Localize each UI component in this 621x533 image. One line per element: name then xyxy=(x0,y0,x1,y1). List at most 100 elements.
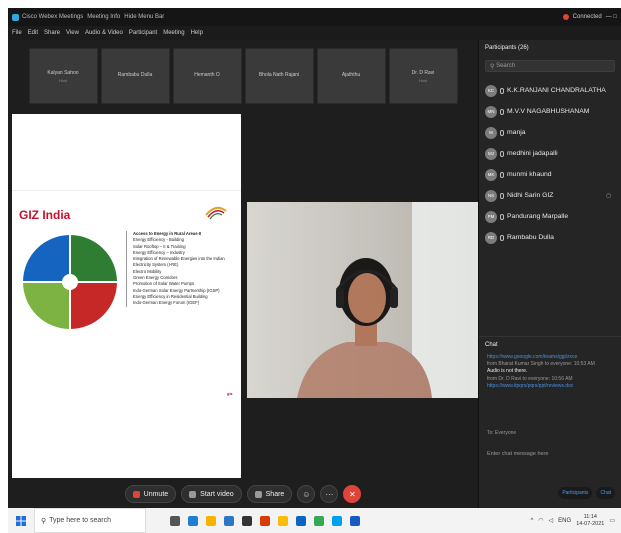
participant-name: munmi khaund xyxy=(507,171,552,178)
list-item[interactable]: PM Pandurang Marpalle xyxy=(479,206,621,227)
participant-list: KC K.K.RANJANI CHANDRALATHA MN M.V.V NAGAB… xyxy=(479,80,621,248)
unmute-button[interactable]: Unmute xyxy=(124,485,177,503)
webex-taskbar-icon[interactable] xyxy=(332,515,342,526)
chat-recipient-select[interactable]: To: Everyone xyxy=(487,430,516,436)
webex-logo-icon xyxy=(12,13,19,21)
reactions-button[interactable]: ☺ xyxy=(297,485,316,503)
tile-name: Hemanth O xyxy=(194,72,220,78)
task-view-icon[interactable] xyxy=(170,515,180,526)
avatar: MJ xyxy=(485,147,497,160)
leave-meeting-button[interactable]: ✕ xyxy=(343,485,362,503)
start-button[interactable] xyxy=(8,515,34,526)
taskbar-search-placeholder: Type here to search xyxy=(49,517,112,524)
tile-role: Host xyxy=(418,77,428,83)
tile-name: Ajaththu xyxy=(341,72,361,78)
participant-name: K.K.RANJANI CHANDRALATHA xyxy=(507,87,606,94)
slide-content: GIZ India Access to Energy in Rural Area… xyxy=(12,190,241,396)
app-icon[interactable] xyxy=(242,515,252,526)
language-indicator[interactable]: ENG xyxy=(558,518,571,524)
list-item[interactable]: RD Rambabu Dulla xyxy=(479,227,621,248)
mic-off-icon xyxy=(132,490,140,498)
mic-icon xyxy=(500,129,504,136)
menu-audio-video[interactable]: Audio & Video xyxy=(85,30,123,36)
menu-bar: File Edit Share View Audio & Video Parti… xyxy=(8,26,621,40)
app-icon[interactable] xyxy=(314,515,324,526)
chat-panel-button[interactable]: Chat xyxy=(596,487,615,499)
menu-view[interactable]: View xyxy=(66,30,79,36)
list-item[interactable]: NS Nidhi Sarin GIZ ▢ xyxy=(479,185,621,206)
video-tile[interactable]: Kalyan Sahoo Host xyxy=(28,48,98,104)
participant-name: M.V.V NAGABHUSHANAM xyxy=(507,108,590,115)
menu-share[interactable]: Share xyxy=(44,30,60,36)
participants-header[interactable]: Participants (26) xyxy=(479,40,621,56)
tile-role: Host xyxy=(58,77,68,83)
wifi-icon[interactable]: ◠ xyxy=(538,517,543,524)
side-panel: Participants (26) ⚲ Search KC K.K.RANJANI… xyxy=(478,40,621,508)
connection-status[interactable]: Connected xyxy=(573,14,602,20)
list-item[interactable]: KC K.K.RANJANI CHANDRALATHA xyxy=(479,80,621,101)
participants-panel-button[interactable]: Participants xyxy=(558,487,593,499)
participant-name: Pandurang Marpalle xyxy=(507,213,569,220)
mic-icon xyxy=(500,108,504,115)
avatar: M xyxy=(485,126,497,139)
participant-name: manja xyxy=(507,129,526,136)
chat-messages: https://www.gooogle.com/teams/ggi/zxce f… xyxy=(487,354,617,390)
list-item[interactable]: MJ medhini jadapalli xyxy=(479,143,621,164)
list-item[interactable]: Mmanja xyxy=(479,122,621,143)
list-item[interactable]: MN M.V.V NAGABHUSHANAM xyxy=(479,101,621,122)
window-controls[interactable]: — □ xyxy=(606,14,617,20)
edge-icon[interactable] xyxy=(188,515,198,526)
participant-tiles: Kalyan Sahoo Host Rambabu Dulla Hemanth O… xyxy=(8,40,478,114)
store-icon[interactable] xyxy=(224,515,234,526)
video-tile[interactable]: Rambabu Dulla xyxy=(100,48,170,104)
avatar: KC xyxy=(485,84,497,97)
start-video-button[interactable]: Start video xyxy=(181,485,242,503)
video-tile[interactable]: Hemanth O xyxy=(172,48,242,104)
volume-icon[interactable]: ◁ xyxy=(549,517,554,524)
menu-help[interactable]: Help xyxy=(191,30,203,36)
clock-date: 14-07-2021 xyxy=(576,520,605,527)
chat-message-input[interactable]: Enter chat message here xyxy=(487,451,548,457)
taskbar-apps xyxy=(170,515,360,526)
title-bar: Cisco Webex Meetings Meeting Info Hide M… xyxy=(8,8,621,26)
tile-name: Bhola Nath Rajani xyxy=(258,72,300,78)
hide-menu-bar-button[interactable]: Hide Menu Bar xyxy=(124,14,164,20)
menu-file[interactable]: File xyxy=(12,30,22,36)
meeting-info-button[interactable]: Meeting Info xyxy=(87,14,120,20)
participant-name: Rambabu Dulla xyxy=(507,234,554,241)
taskbar-search-input[interactable]: ⚲ Type here to search xyxy=(34,508,146,533)
powerpoint-icon[interactable] xyxy=(260,515,270,526)
chrome-icon[interactable] xyxy=(278,515,288,526)
participant-search-input[interactable]: ⚲ Search xyxy=(485,60,615,72)
app-icon[interactable] xyxy=(296,515,306,526)
video-tile[interactable]: Ajaththu xyxy=(316,48,386,104)
share-label: Share xyxy=(265,490,285,498)
chat-link[interactable]: https://www.itpqrs/pqrs/ppt/reviews.doc xyxy=(487,383,617,390)
taskbar-clock[interactable]: 11:14 14-07-2021 xyxy=(576,514,604,528)
search-icon: ⚲ xyxy=(41,517,47,525)
chat-link[interactable]: https://www.gooogle.com/teams/ggi/zxce xyxy=(487,354,617,361)
notifications-icon[interactable]: ▭ xyxy=(609,517,615,524)
video-off-icon xyxy=(189,490,197,498)
slide-top-band xyxy=(12,114,241,190)
more-options-button[interactable]: ⋯ xyxy=(320,485,339,503)
share-button[interactable]: Share xyxy=(246,485,293,503)
chat-meta: from Dr. D Ravi to everyone: 10:56 AM xyxy=(487,375,573,382)
list-item[interactable]: MK munmi khaund xyxy=(479,164,621,185)
chat-header[interactable]: Chat xyxy=(479,336,621,352)
smiley-icon: ☺ xyxy=(302,489,311,499)
menu-edit[interactable]: Edit xyxy=(28,30,38,36)
word-icon[interactable] xyxy=(350,515,360,526)
video-tile[interactable]: Bhola Nath Rajani xyxy=(244,48,314,104)
tray-overflow-icon[interactable]: ^ xyxy=(530,518,533,524)
connection-status-icon xyxy=(562,14,569,20)
file-explorer-icon[interactable] xyxy=(206,515,216,526)
video-tile[interactable]: Dr. D Ravi Host xyxy=(388,48,458,104)
speaker-video[interactable] xyxy=(247,202,478,398)
menu-participant[interactable]: Participant xyxy=(129,30,157,36)
chat-text: Audio is not there. xyxy=(487,368,528,375)
menu-meeting[interactable]: Meeting xyxy=(163,30,184,36)
mic-icon xyxy=(500,213,504,220)
avatar: RD xyxy=(485,231,497,244)
windows-logo-icon xyxy=(16,515,26,526)
